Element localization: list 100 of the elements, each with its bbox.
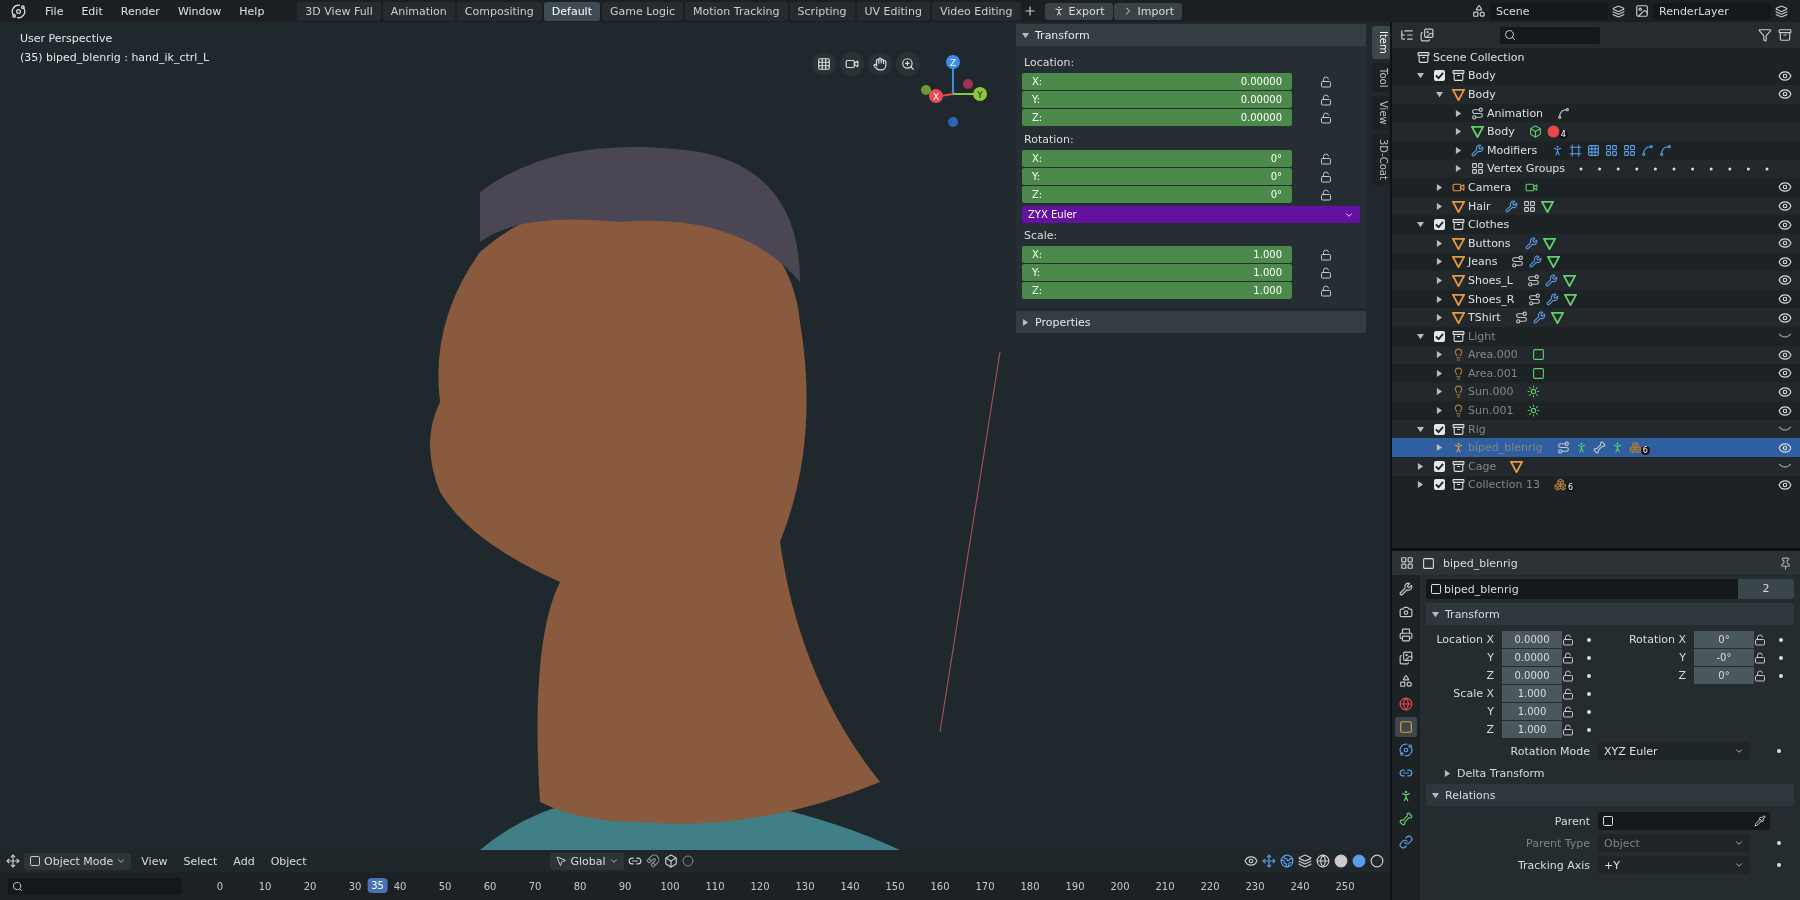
new-collection-icon[interactable] (1778, 28, 1792, 42)
expand-icon[interactable] (1436, 183, 1443, 191)
keyframe-dot[interactable] (1587, 637, 1591, 642)
checkbox[interactable] (1434, 70, 1445, 82)
workspace-tab[interactable]: Scripting (789, 1, 855, 21)
number-field[interactable]: X: 0.00000 (1022, 73, 1292, 90)
number-field[interactable]: -0° (1694, 649, 1754, 666)
number-field[interactable]: Z: 1.000 (1022, 282, 1292, 299)
outliner-row[interactable]: Body (1392, 85, 1800, 104)
scene-icon[interactable] (1472, 4, 1486, 18)
lock-icon[interactable] (1754, 669, 1766, 682)
copy-icon[interactable] (1612, 4, 1625, 18)
number-field[interactable]: 0° (1694, 631, 1754, 648)
circle-icon[interactable] (1352, 854, 1366, 868)
menu-item[interactable]: Object (264, 854, 313, 868)
workspace-tab[interactable]: Default (543, 1, 600, 21)
panel-header[interactable]: Transform (1426, 603, 1794, 625)
orientation-dropdown[interactable]: Global (550, 852, 624, 870)
menu-item[interactable]: Render (111, 4, 169, 18)
number-field[interactable]: Z: 0° (1022, 186, 1292, 203)
collapse-icon[interactable] (1432, 610, 1439, 618)
lock-icon[interactable] (1320, 284, 1332, 297)
eye-icon[interactable] (1778, 347, 1792, 362)
expand-icon[interactable] (1022, 318, 1029, 326)
expand-icon[interactable] (1436, 351, 1443, 359)
users-count[interactable]: 2 (1738, 579, 1794, 599)
workspace-tab[interactable]: Motion Tracking (685, 1, 788, 21)
mode-dropdown[interactable]: Object Mode (24, 852, 132, 870)
number-field[interactable]: Y: 0.00000 (1022, 91, 1292, 108)
number-field[interactable]: Y: 0° (1022, 168, 1292, 185)
search-field[interactable] (1500, 26, 1600, 44)
add-icon[interactable] (1022, 4, 1037, 18)
import-button[interactable]: Import (1113, 2, 1183, 20)
keyframe-dot[interactable] (1777, 863, 1781, 867)
rotation-mode-dropdown[interactable]: XYZ Euler (1598, 742, 1750, 760)
export-button[interactable]: Export (1044, 2, 1113, 20)
menu-item[interactable]: Help (230, 4, 274, 18)
panel-header[interactable]: Transform (1016, 24, 1366, 46)
rotation-mode-dropdown[interactable]: ZYX Euler (1022, 206, 1360, 223)
collapse-icon[interactable] (1436, 91, 1443, 98)
checkbox[interactable] (1434, 219, 1445, 231)
collapse-icon[interactable] (1417, 332, 1424, 340)
keyframe-dot[interactable] (1587, 709, 1591, 714)
workspace-tab[interactable]: UV Editing (856, 1, 930, 21)
number-field[interactable]: 1.000 (1502, 703, 1562, 720)
expand-icon[interactable] (1436, 276, 1443, 284)
keyframe-dot[interactable] (1587, 655, 1591, 660)
filter-icon[interactable] (1758, 28, 1772, 42)
workspace-tab[interactable]: Video Editing (931, 1, 1021, 21)
number-field[interactable]: 1.000 (1502, 685, 1562, 702)
checkbox[interactable] (1434, 423, 1445, 435)
properties-tab[interactable] (1395, 717, 1417, 737)
zoom-button[interactable] (896, 52, 920, 76)
link-icon[interactable] (627, 854, 642, 868)
sidebar-tab[interactable]: View (1372, 96, 1390, 130)
collapse-icon[interactable] (1022, 31, 1029, 39)
lock-icon[interactable] (1320, 93, 1332, 106)
number-field[interactable]: 0.0000 (1502, 649, 1562, 666)
number-field[interactable]: Y: 1.000 (1022, 264, 1292, 281)
workspace-tab[interactable]: 3D View Full (297, 1, 381, 21)
dropdown[interactable]: +Y (1598, 856, 1750, 874)
camera-toggle[interactable] (840, 52, 864, 76)
eye-icon[interactable] (1778, 292, 1792, 306)
keyframe-dot[interactable] (1587, 673, 1591, 678)
scene-field[interactable]: Scene (1490, 2, 1608, 20)
number-field[interactable]: X: 0° (1022, 150, 1292, 167)
eye-closed-icon[interactable] (1778, 462, 1792, 471)
eye-icon[interactable] (1244, 854, 1258, 868)
view-layer-field[interactable]: RenderLayer (1653, 2, 1771, 20)
circle-icon[interactable] (1370, 854, 1384, 868)
eye-icon[interactable] (1778, 477, 1792, 492)
circle-icon[interactable] (1334, 854, 1348, 868)
list-tree-icon[interactable] (1400, 28, 1414, 42)
eye-icon[interactable] (1778, 87, 1792, 102)
eye-closed-icon[interactable] (1778, 425, 1792, 434)
eye-icon[interactable] (1778, 199, 1792, 214)
eye-icon[interactable] (1778, 273, 1792, 288)
lock-icon[interactable] (1320, 248, 1332, 261)
keyframe-dot[interactable] (1779, 673, 1783, 678)
checkbox[interactable] (1434, 330, 1445, 342)
sidebar-tab[interactable]: 3D-Coat (1372, 133, 1390, 185)
search-field[interactable] (8, 877, 182, 895)
menu-item[interactable]: File (36, 4, 73, 18)
expand-icon[interactable] (1436, 258, 1443, 266)
keyframe-dot[interactable] (1779, 655, 1783, 660)
lock-icon[interactable] (1320, 75, 1332, 88)
lock-icon[interactable] (1320, 111, 1332, 124)
eye-icon[interactable] (1778, 310, 1792, 325)
eye-icon[interactable] (1778, 254, 1792, 269)
lock-icon[interactable] (1562, 705, 1574, 718)
lock-icon[interactable] (1562, 687, 1574, 700)
outliner-row[interactable]: TShirt (1392, 308, 1800, 327)
layers-icon[interactable] (1298, 854, 1312, 868)
magnet-icon[interactable] (645, 854, 660, 868)
expand-icon[interactable] (1436, 388, 1443, 396)
eye-closed-icon[interactable] (1778, 332, 1792, 341)
lock-icon[interactable] (1320, 188, 1332, 201)
number-field[interactable]: Z: 0.00000 (1022, 109, 1292, 126)
eye-icon[interactable] (1778, 236, 1792, 251)
expand-icon[interactable] (1436, 407, 1443, 415)
